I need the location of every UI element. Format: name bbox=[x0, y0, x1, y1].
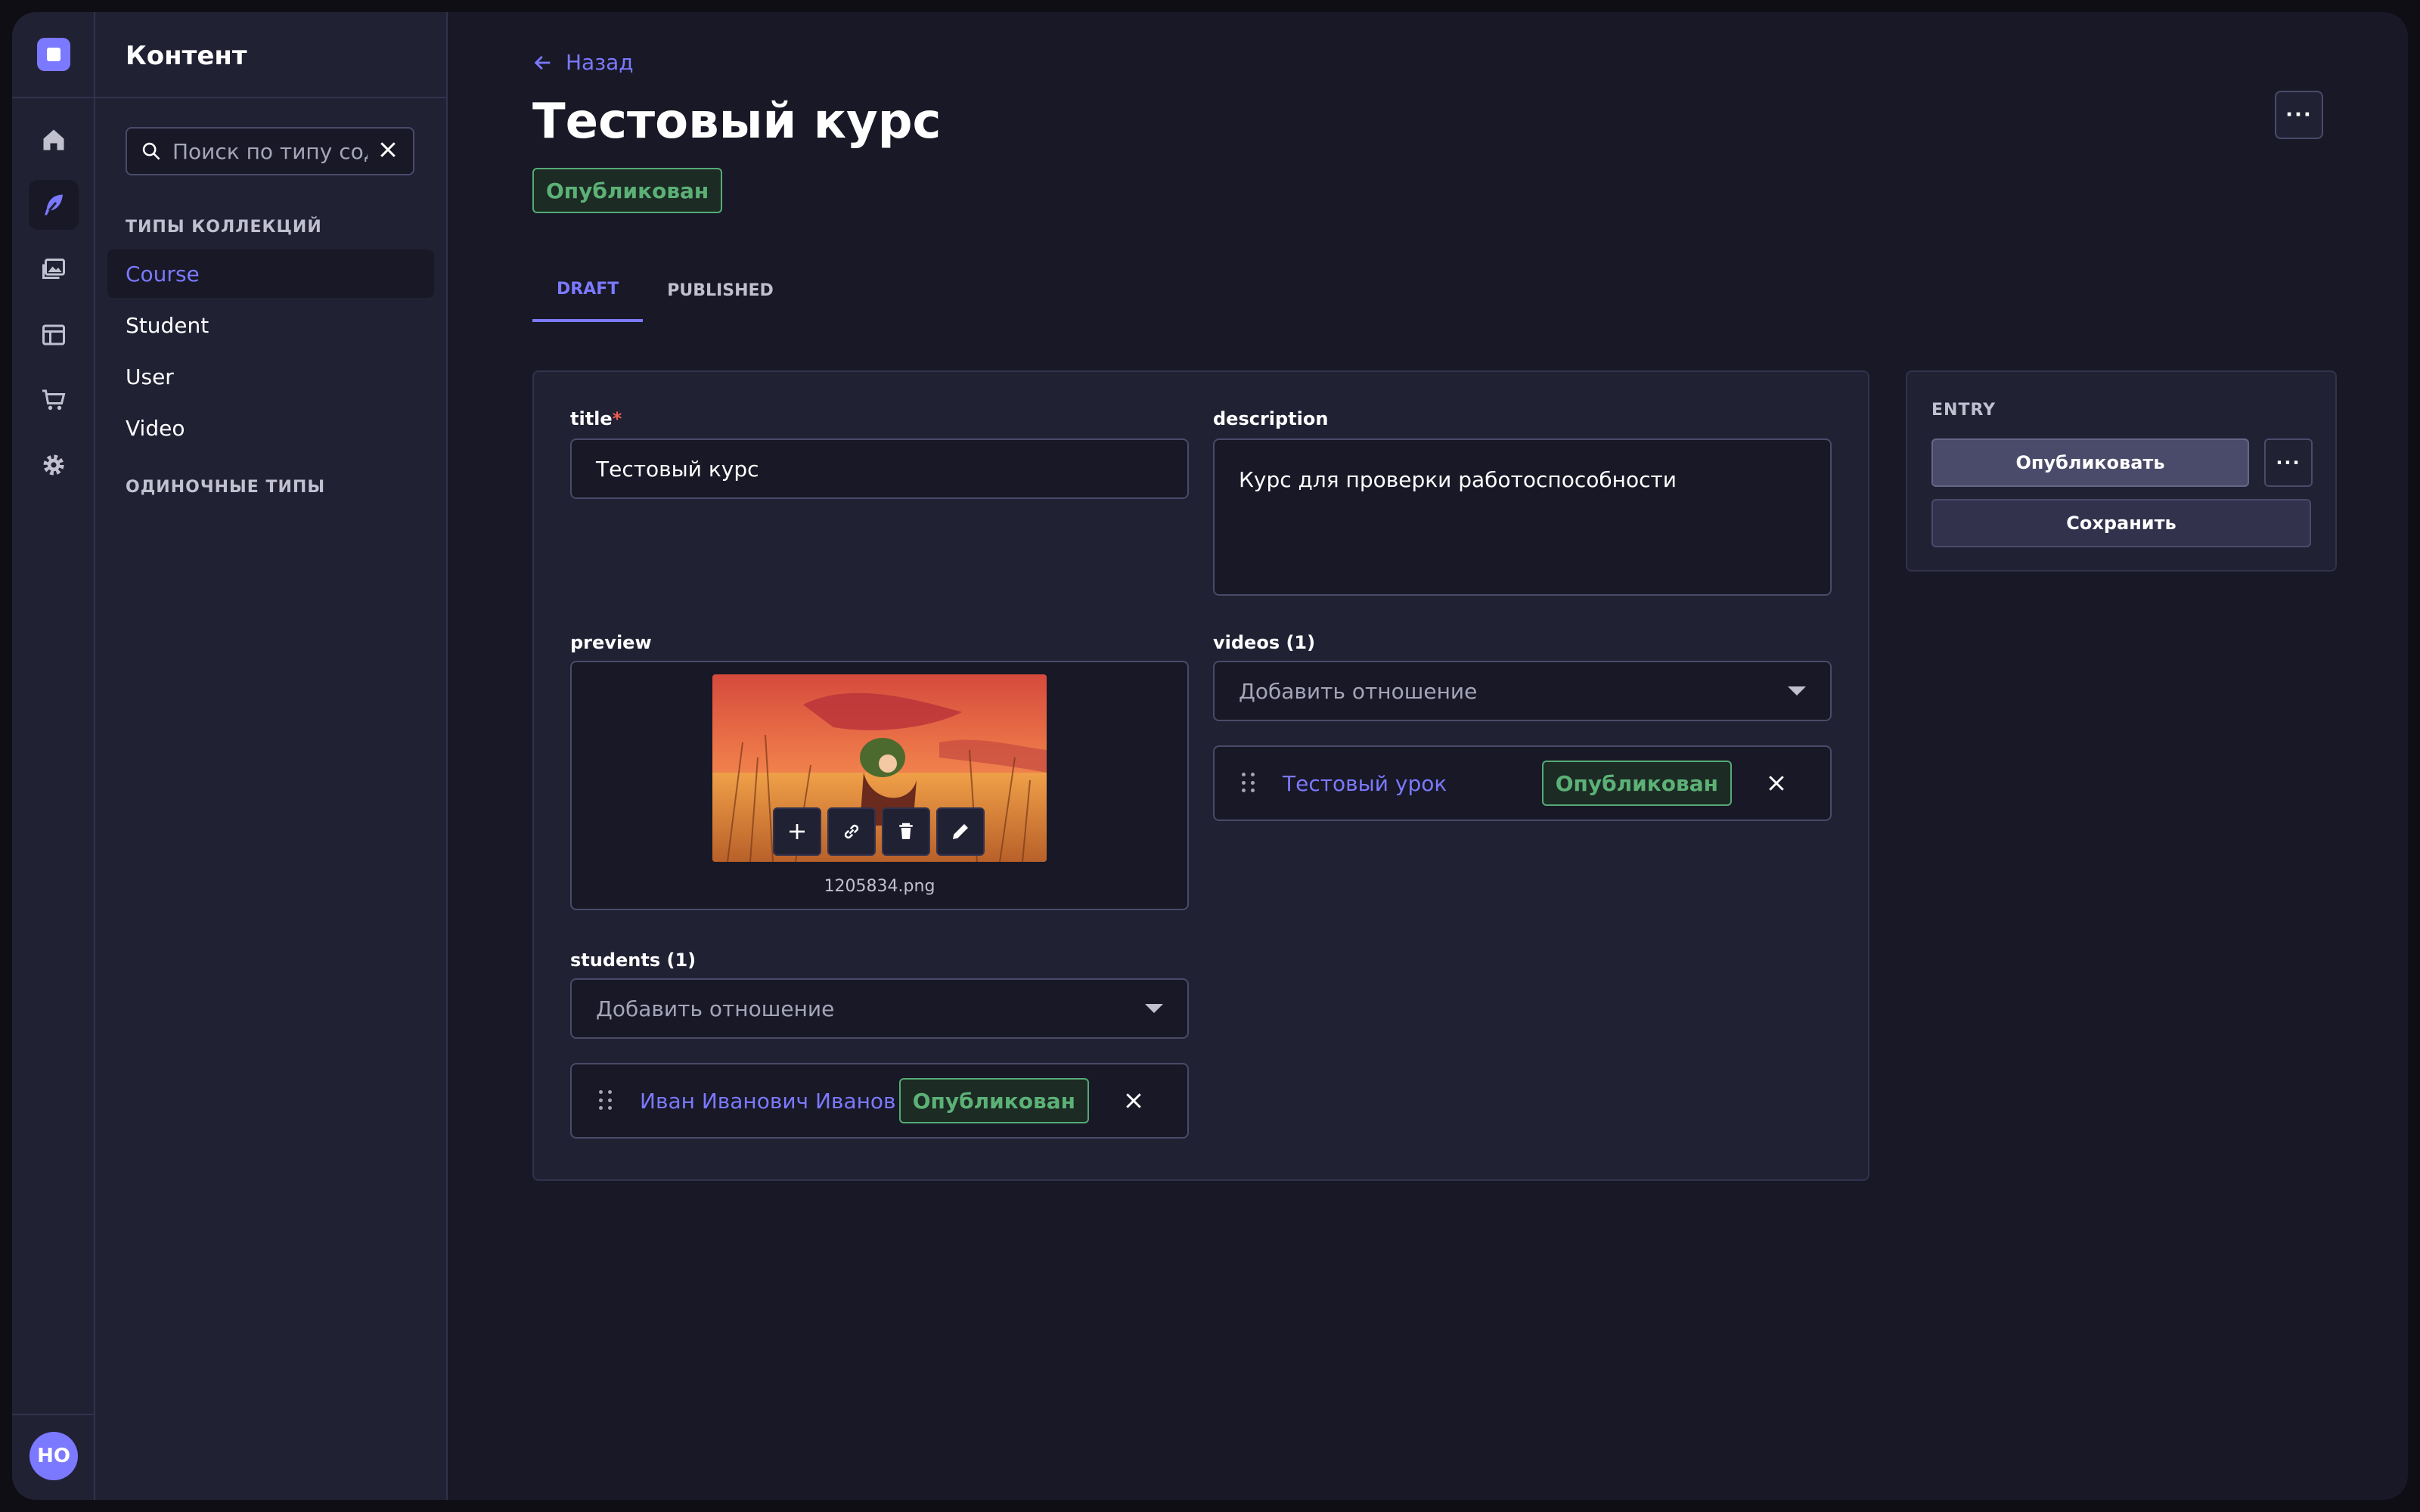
relation-status-badge: Опубликован bbox=[1541, 761, 1732, 806]
user-avatar[interactable]: НО bbox=[29, 1432, 78, 1480]
subnav-search bbox=[126, 127, 414, 175]
close-icon bbox=[380, 142, 396, 157]
preview-image bbox=[712, 674, 1047, 862]
subnav-divider bbox=[95, 97, 446, 98]
rail-divider bbox=[12, 97, 94, 98]
nav-content-manager-button[interactable] bbox=[29, 180, 79, 230]
preview-field-label: preview bbox=[570, 632, 652, 653]
version-tabs: DRAFT PUBLISHED bbox=[532, 259, 798, 322]
subnav-item-video[interactable]: Video bbox=[107, 404, 434, 452]
home-icon bbox=[43, 129, 64, 150]
collection-types-heading[interactable]: ТИПЫ КОЛЛЕКЦИЙ bbox=[126, 218, 322, 237]
content-subnav: Контент ТИПЫ КОЛЛЕКЦИЙ Course Student Us… bbox=[95, 12, 448, 1500]
title-label-text: title bbox=[570, 408, 613, 429]
chevron-down-icon bbox=[1788, 686, 1806, 696]
link-icon bbox=[844, 824, 859, 839]
search-icon bbox=[142, 142, 160, 160]
tab-published[interactable]: PUBLISHED bbox=[643, 259, 798, 322]
description-field-label: description bbox=[1213, 408, 1329, 429]
arrow-left-icon bbox=[534, 55, 551, 70]
remove-relation-icon[interactable] bbox=[1122, 1089, 1145, 1112]
page-title: Тестовый курс bbox=[532, 94, 942, 150]
videos-relation-select[interactable]: Добавить отношение bbox=[1213, 661, 1832, 721]
trash-icon bbox=[899, 823, 913, 839]
chevron-down-icon bbox=[1145, 1004, 1163, 1013]
app-window: НО Контент ТИПЫ КОЛЛЕКЦИЙ Course Student… bbox=[12, 12, 2408, 1500]
videos-field-label: videos (1) bbox=[1213, 632, 1316, 653]
back-label: Назад bbox=[566, 50, 634, 75]
entry-panel: ENTRY Опубликовать ··· Сохранить bbox=[1906, 370, 2337, 572]
edit-view: Назад Тестовый курс ··· Опубликован DRAF… bbox=[448, 12, 2408, 1500]
videos-relation-item: Тестовый урок Опубликован bbox=[1213, 745, 1832, 821]
relation-status-badge: Опубликован bbox=[898, 1078, 1089, 1123]
entry-more-button[interactable]: ··· bbox=[2264, 438, 2313, 487]
status-badge: Опубликован bbox=[532, 168, 723, 213]
marketplace-icon bbox=[42, 389, 66, 411]
preview-media-field: 1205834.png bbox=[570, 661, 1189, 910]
entry-form: title* Тестовый курс description Курс дл… bbox=[532, 370, 1869, 1181]
remove-relation-icon[interactable] bbox=[1765, 772, 1788, 795]
students-select-placeholder: Добавить отношение bbox=[596, 996, 835, 1021]
subnav-title: Контент bbox=[126, 41, 247, 71]
save-button[interactable]: Сохранить bbox=[1931, 499, 2311, 547]
more-actions-button[interactable]: ··· bbox=[2275, 91, 2323, 139]
tab-draft[interactable]: DRAFT bbox=[532, 259, 644, 322]
delete-media-button[interactable] bbox=[882, 807, 930, 856]
entry-panel-title: ENTRY bbox=[1931, 401, 1996, 420]
edit-media-button[interactable] bbox=[936, 807, 985, 856]
copy-link-button[interactable] bbox=[827, 807, 876, 856]
relation-link[interactable]: Иван Иванович Иванов bbox=[640, 1089, 899, 1114]
students-relation-select[interactable]: Добавить отношение bbox=[570, 978, 1189, 1039]
nav-home-button[interactable] bbox=[29, 115, 79, 165]
app-logo[interactable] bbox=[37, 38, 70, 71]
required-mark: * bbox=[612, 408, 622, 429]
drag-handle-icon[interactable] bbox=[1242, 773, 1260, 794]
nav-marketplace-button[interactable] bbox=[29, 375, 79, 425]
students-relation-item: Иван Иванович Иванов Опубликован bbox=[570, 1063, 1189, 1139]
plus-icon bbox=[790, 824, 805, 839]
content-type-builder-icon bbox=[42, 324, 65, 345]
content-manager-icon bbox=[45, 194, 63, 215]
title-field-label: title* bbox=[570, 408, 622, 429]
add-media-button[interactable] bbox=[773, 807, 821, 856]
main-nav-rail: НО bbox=[12, 12, 95, 1500]
clear-search-button[interactable] bbox=[377, 138, 399, 164]
subnav-item-student[interactable]: Student bbox=[107, 301, 434, 349]
pencil-icon bbox=[953, 824, 968, 839]
publish-button[interactable]: Опубликовать bbox=[1931, 438, 2249, 487]
title-input[interactable]: Тестовый курс bbox=[570, 438, 1189, 499]
media-actions bbox=[773, 807, 991, 856]
subnav-item-user[interactable]: User bbox=[107, 352, 434, 401]
back-link[interactable]: Назад bbox=[532, 50, 634, 75]
relation-link[interactable]: Тестовый урок bbox=[1283, 771, 1542, 796]
videos-select-placeholder: Добавить отношение bbox=[1239, 678, 1478, 704]
description-textarea[interactable]: Курс для проверки работоспособности bbox=[1213, 438, 1832, 596]
nav-settings-button[interactable] bbox=[29, 440, 79, 490]
nav-content-type-builder-button[interactable] bbox=[29, 310, 79, 360]
media-library-icon bbox=[42, 259, 65, 279]
subnav-item-course[interactable]: Course bbox=[107, 249, 434, 298]
rail-divider bbox=[12, 1414, 94, 1415]
drag-handle-icon[interactable] bbox=[599, 1090, 617, 1111]
single-types-heading[interactable]: ОДИНОЧНЫЕ ТИПЫ bbox=[126, 478, 325, 497]
settings-icon bbox=[43, 454, 64, 476]
students-field-label: students (1) bbox=[570, 950, 697, 971]
search-input[interactable] bbox=[172, 138, 368, 164]
preview-filename: 1205834.png bbox=[824, 877, 935, 896]
nav-media-library-button[interactable] bbox=[29, 245, 79, 295]
